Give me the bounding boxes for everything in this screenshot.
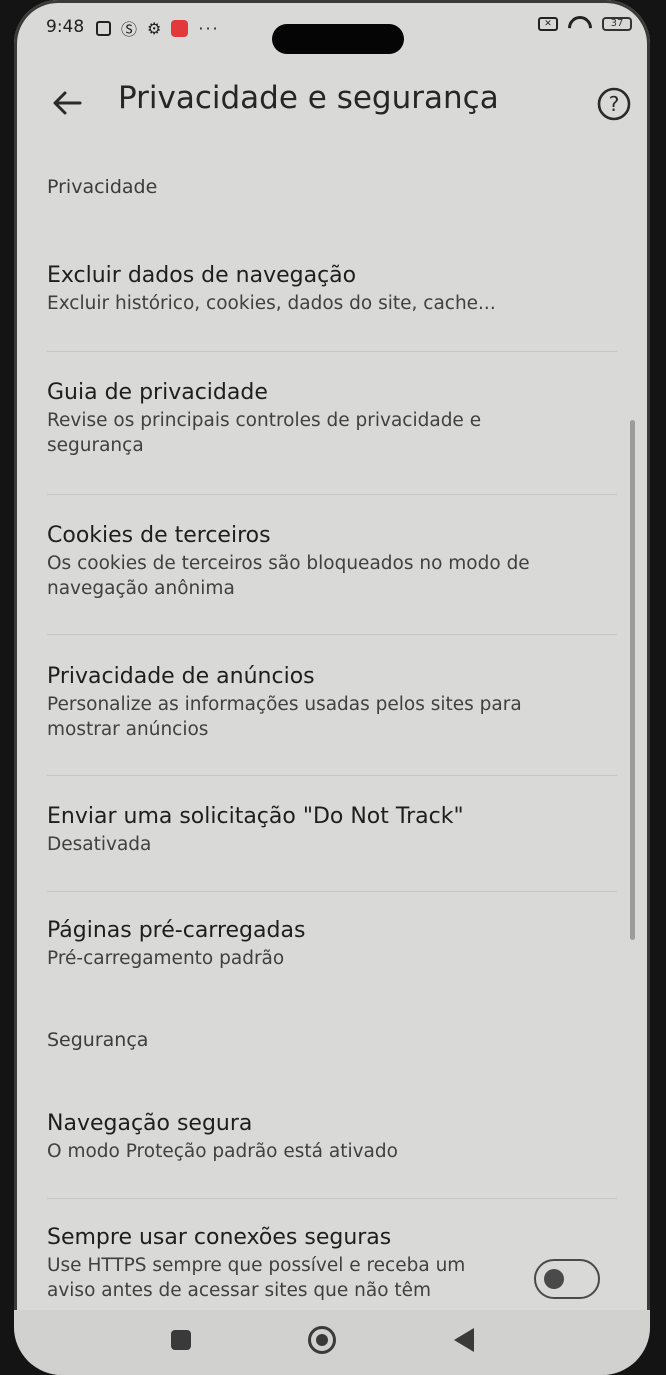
item-subtitle: Desativada <box>47 834 152 855</box>
item-title: Enviar uma solicitação "Do Not Track" <box>47 804 464 829</box>
list-item-always-use-secure-connections[interactable]: Sempre usar conexões seguras Use HTTPS s… <box>47 1223 517 1303</box>
item-subtitle: Excluir histórico, cookies, dados do sit… <box>47 293 496 314</box>
divider <box>47 351 617 352</box>
toggle-knob <box>544 1269 564 1289</box>
page-title: Privacidade e segurança <box>118 80 499 116</box>
item-title: Cookies de terceiros <box>47 523 271 548</box>
list-item-delete-browsing-data[interactable]: Excluir dados de navegação Excluir histó… <box>47 261 587 316</box>
arrow-left-icon <box>53 91 82 115</box>
list-item-preloaded-pages[interactable]: Páginas pré-carregadas Pré-carregamento … <box>47 916 587 971</box>
item-subtitle: Pré-carregamento padrão <box>47 948 285 969</box>
recent-apps-button[interactable] <box>171 1330 191 1350</box>
item-subtitle: Use HTTPS sempre que possível e receba u… <box>47 1255 466 1301</box>
status-time: 9:48 <box>46 17 85 37</box>
item-title: Privacidade de anúncios <box>47 664 315 689</box>
phone-screen: 9:48 Ⓢ ⚙ ··· ✕ 37 Privacidade e seguranç… <box>14 0 650 1375</box>
section-header-security: Segurança <box>47 1029 149 1051</box>
item-subtitle: Revise os principais controles de privac… <box>47 410 482 456</box>
secure-connections-toggle[interactable] <box>534 1259 600 1299</box>
wifi-icon <box>568 16 592 32</box>
item-title: Páginas pré-carregadas <box>47 918 306 943</box>
list-item-do-not-track[interactable]: Enviar uma solicitação "Do Not Track" De… <box>47 802 587 857</box>
list-item-ad-privacy[interactable]: Privacidade de anúncios Personalize as i… <box>47 662 577 742</box>
item-subtitle: O modo Proteção padrão está ativado <box>47 1141 398 1162</box>
item-title: Guia de privacidade <box>47 380 268 405</box>
camera-notch <box>272 24 404 54</box>
list-item-third-party-cookies[interactable]: Cookies de terceiros Os cookies de terce… <box>47 521 587 601</box>
toolbar: Privacidade e segurança ? <box>14 66 650 138</box>
scrollbar[interactable] <box>630 420 635 940</box>
more-notifications-icon: ··· <box>198 18 220 38</box>
item-title: Excluir dados de navegação <box>47 263 357 288</box>
notification-icon <box>96 20 111 36</box>
list-item-safe-browsing[interactable]: Navegação segura O modo Proteção padrão … <box>47 1109 587 1164</box>
section-header-privacy: Privacidade <box>47 176 158 198</box>
divider <box>47 634 617 635</box>
svg-text:?: ? <box>609 92 620 116</box>
help-circle-icon: ? <box>597 87 631 121</box>
item-title: Navegação segura <box>47 1111 253 1136</box>
gear-icon: ⚙ <box>147 18 162 38</box>
item-title: Sempre usar conexões seguras <box>47 1225 392 1250</box>
sim-icon: ✕ <box>538 17 558 31</box>
status-icons: ✕ 37 <box>538 16 632 32</box>
system-navigation-bar <box>14 1310 650 1375</box>
battery-icon: 37 <box>602 17 632 31</box>
help-button[interactable]: ? <box>596 86 632 122</box>
item-subtitle: Os cookies de terceiros são bloqueados n… <box>47 553 530 599</box>
list-item-privacy-guide[interactable]: Guia de privacidade Revise os principais… <box>47 378 527 458</box>
divider <box>47 1198 617 1199</box>
status-bar: 9:48 Ⓢ ⚙ ··· ✕ 37 <box>14 0 650 54</box>
back-button[interactable] <box>50 88 84 118</box>
notification-icons: Ⓢ ⚙ ··· <box>96 16 220 40</box>
system-back-button[interactable] <box>454 1328 474 1352</box>
divider <box>47 494 617 495</box>
divider <box>47 891 617 892</box>
item-subtitle: Personalize as informações usadas pelos … <box>47 694 522 740</box>
divider <box>47 775 617 776</box>
home-button[interactable] <box>308 1326 336 1354</box>
s-notification-icon: Ⓢ <box>121 20 138 39</box>
mail-app-icon <box>171 19 189 37</box>
